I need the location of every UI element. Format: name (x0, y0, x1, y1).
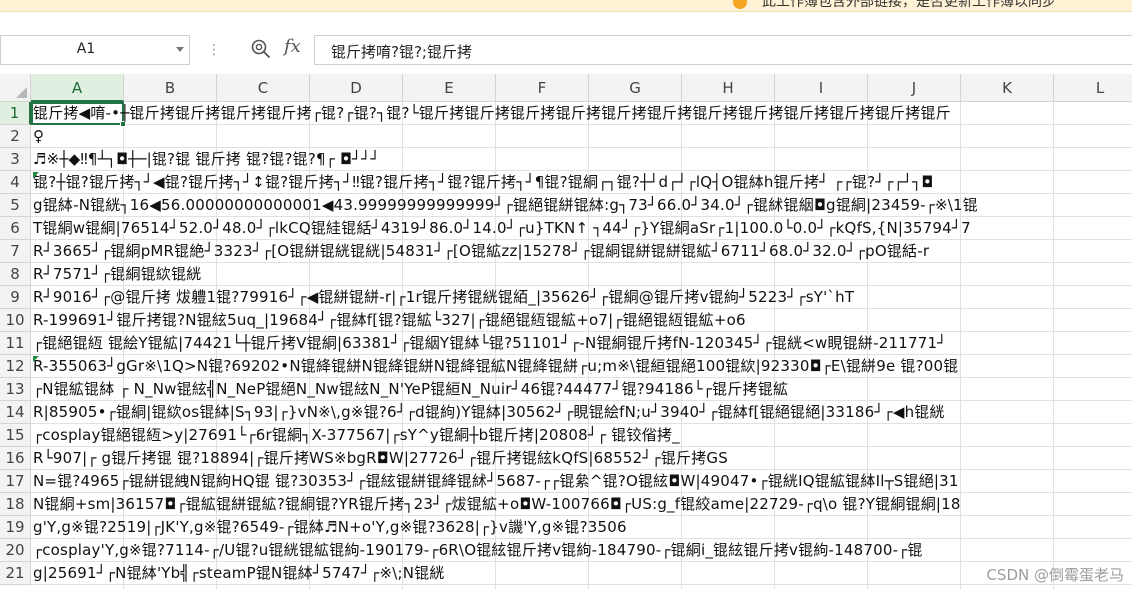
row-1-cell-text[interactable]: 锟斤拷◀唷-•┼锟斤拷锟斤拷锟斤拷锟斤拷┌锟?┌锟?┐锟?└锟斤拷锟斤拷锟斤拷锟… (33, 102, 1132, 125)
spreadsheet-grid[interactable]: A B C D E F G H I J K L 1 锟斤拷◀唷-•┼锟斤拷锟斤拷锟斤拷锟斤拷┌锟?┌锟?┐… (0, 74, 1132, 589)
notice-text: 此工作簿包含外部链接，是否更新工作簿以同步 (762, 0, 1056, 10)
row-20-cell-text[interactable]: ┌cosplay'Y,g※锟?7114-┌/U锟?u锟絖锟絋锟絇-190179-… (33, 539, 1132, 562)
spreadsheet-app: 此工作簿包含外部链接，是否更新工作簿以同步 A1 ⋮ fx 锟斤拷唷?锟?;锟斤… (0, 0, 1132, 589)
row-header-17[interactable]: 17 (0, 470, 31, 493)
warning-icon (733, 0, 747, 9)
external-link-notice-bar[interactable]: 此工作簿包含外部链接，是否更新工作簿以同步 (0, 0, 1132, 12)
row-header-2[interactable]: 2 (0, 125, 31, 148)
column-header-h[interactable]: H (682, 74, 775, 102)
row-header-4[interactable]: 4 (0, 171, 31, 194)
column-header-f[interactable]: F (496, 74, 589, 102)
column-header-k[interactable]: K (961, 74, 1054, 102)
row-21-cell-text[interactable]: g|25691┘┌N锟絊'Yb╣┌steamP锟N锟絊┘5747┘┌※\;N锟絖 (33, 562, 1132, 585)
error-indicator-icon[interactable] (33, 356, 39, 362)
name-box-value: A1 (76, 41, 96, 57)
column-header-g[interactable]: G (589, 74, 682, 102)
column-header-i[interactable]: I (775, 74, 868, 102)
row-header-10[interactable]: 10 (0, 309, 31, 332)
row-header-12[interactable]: 12 (0, 355, 31, 378)
row-header-16[interactable]: 16 (0, 447, 31, 470)
row-2-cell-text[interactable]: ♀ (33, 125, 1132, 148)
row-header-11[interactable]: 11 (0, 332, 31, 355)
column-header-b[interactable]: B (124, 74, 217, 102)
row-header-19[interactable]: 19 (0, 516, 31, 539)
row-header-9[interactable]: 9 (0, 286, 31, 309)
row-13-cell-text[interactable]: ┌N锟絋锟絊 ┌ N_Nw锟絃╣N_NeP锟絕N_Nw锟絃N_N'YeP锟絙N_… (33, 378, 1132, 401)
row-4-cell-text[interactable]: 锟?┼锟?锟斤拷┐┘◀锟?锟斤拷┐┘↕锟?锟斤拷┐┘‼锟?锟斤拷┐┘锟?锟斤拷┐… (33, 171, 1132, 194)
row-header-13[interactable]: 13 (0, 378, 31, 401)
row-14-cell-text[interactable]: R|85905•┌锟絧|锟絘os锟絊|S┐93|┌}vN※\,g※锟?6┘┌d锟… (33, 401, 1132, 424)
row-16-cell-text[interactable]: R└907|┌ g锟斤拷锟 锟?18894|┌锟斤拷WS※bgR◘W|27726… (33, 447, 1132, 470)
row-15-cell-text[interactable]: ┌cosplay锟絕锟絚>y|27691└┌6r锟絧┐X-377567|┌sY^… (33, 424, 1132, 447)
chevron-down-icon[interactable] (176, 47, 184, 52)
name-box[interactable]: A1 (0, 35, 190, 65)
drag-handle-icon[interactable]: ⋮ (207, 42, 223, 58)
row-11-cell-text[interactable]: ┌锟絕锟絚 锟絵Y锟絋|74421└┼锟斤拷V锟絧|63381┘┌锟絪Y锟絊└锟… (33, 332, 1132, 355)
row-7-cell-text[interactable]: R┘3665┘┌锟絧pMR锟絶┘3323┘┌[O锟絣锟絖锟絖|54831┘┌[O… (33, 240, 1132, 263)
column-header-a[interactable]: A (31, 74, 124, 102)
row-header-1[interactable]: 1 (0, 102, 31, 125)
select-all-triangle-icon (16, 87, 27, 98)
row-header-5[interactable]: 5 (0, 194, 31, 217)
row-header-8[interactable]: 8 (0, 263, 31, 286)
column-header-d[interactable]: D (310, 74, 403, 102)
row-8-cell-text[interactable]: R┘7571┘┌锟絧锟絘锟絖 (33, 263, 1132, 286)
row-17-cell-text[interactable]: N=锟?4965┌锟絣锟絏N锟絇HQ锟 锟?30353┘┌锟絃锟絣锟絳锟絉┘56… (33, 470, 1132, 493)
row-3-cell-text[interactable]: ♬※┼◆‼¶┴┐◘┼─|锟?锟 锟斤拷 锟?锟?锟?¶┌ ◘┘┘┘ (33, 148, 1132, 171)
row-header-20[interactable]: 20 (0, 539, 31, 562)
row-9-cell-text[interactable]: R┘9016┘┌@锟斤拷 炦軆1锟?79916┘┌◀锟絣锟絣-r|┌1r锟斤拷锟… (33, 286, 1132, 309)
row-header-21[interactable]: 21 (0, 562, 31, 585)
select-all-button[interactable] (0, 74, 31, 102)
row-6-cell-text[interactable]: T锟絧w锟絧|76514┘52.0┘48.0┘┌lkCQ锟絓锟絬┘4319┘86… (33, 217, 1132, 240)
row-header-6[interactable]: 6 (0, 217, 31, 240)
column-header-c[interactable]: C (217, 74, 310, 102)
formula-input[interactable]: 锟斤拷唷?锟?;锟斤拷 (314, 35, 1132, 65)
watermark: CSDN @倒霉蛋老马 (986, 566, 1124, 584)
column-header-l[interactable]: L (1054, 74, 1132, 102)
function-fx-icon[interactable]: fx (284, 36, 301, 57)
column-header-j[interactable]: J (868, 74, 961, 102)
formula-bar: A1 ⋮ fx 锟斤拷唷?锟?;锟斤拷 (0, 12, 1132, 74)
row-19-cell-text[interactable]: g'Y,g※锟?2519|┌JK'Y,g※锟?6549-┌锟絊♬N+o'Y,g※… (33, 516, 1132, 539)
row-10-cell-text[interactable]: R-199691┘锟斤拷锟?N锟絃5uq_|19684┘┌锟絊f[锟?锟絋└32… (33, 309, 1132, 332)
error-indicator-icon[interactable] (33, 172, 39, 178)
column-header-e[interactable]: E (403, 74, 496, 102)
row-5-cell-text[interactable]: g锟絊-N锟絖┐16◀56.00000000000001◀43.99999999… (33, 194, 1132, 217)
row-header-18[interactable]: 18 (0, 493, 31, 516)
zoom-icon[interactable] (250, 38, 272, 60)
row-18-cell-text[interactable]: N锟絧+sm|36157◘┌锟絋锟絣锟絋?锟絧锟?YR锟斤拷┐23┘┌炦锟絋+o… (33, 493, 1132, 516)
row-header-3[interactable]: 3 (0, 148, 31, 171)
row-12-cell-text[interactable]: R-355063┘gGr※\1Q>N锟?69202•N锟絳锟絣N锟絳锟絣N锟絳锟… (33, 355, 1132, 378)
row-header-7[interactable]: 7 (0, 240, 31, 263)
row-header-15[interactable]: 15 (0, 424, 31, 447)
row-header-14[interactable]: 14 (0, 401, 31, 424)
